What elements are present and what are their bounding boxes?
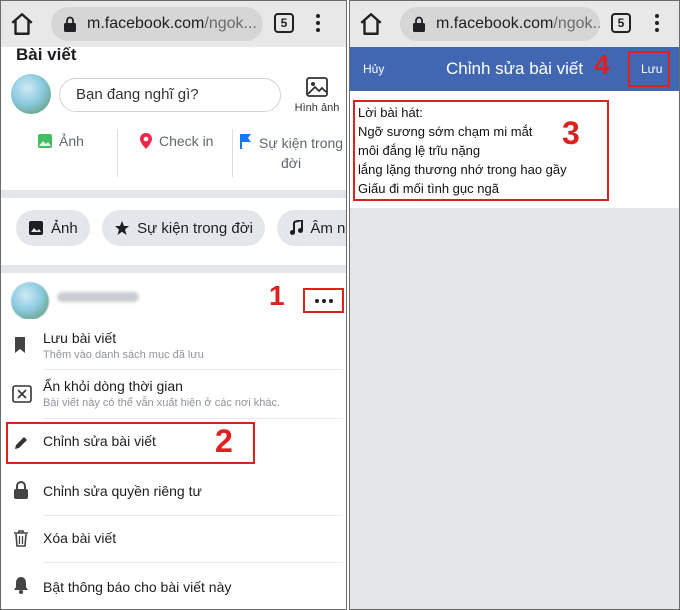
avatar	[11, 74, 51, 114]
more-options-button[interactable]	[303, 288, 344, 313]
flag-icon	[240, 134, 251, 149]
chip-row: Ảnh Sự kiện trong đời Âm nhạc	[16, 210, 346, 246]
browser-toolbar: m.facebook.com/ngok... 5	[1, 1, 346, 47]
menu-divider	[43, 562, 343, 563]
tab-switcher-button[interactable]: 5	[274, 13, 294, 33]
home-icon[interactable]	[358, 11, 384, 37]
step-number-3: 3	[562, 115, 580, 151]
save-post-label: Lưu bài viết	[43, 330, 117, 346]
photo-chip[interactable]: Ảnh	[16, 210, 90, 246]
edit-post-header: Hủy Chỉnh sửa bài viết 4 Lưu	[350, 47, 679, 91]
step-number-2: 2	[215, 423, 233, 459]
browser-menu-icon[interactable]	[653, 12, 661, 34]
checkin-action-label: Check in	[159, 133, 214, 149]
lock-icon	[413, 16, 425, 32]
menu-divider	[43, 369, 343, 370]
section-divider	[1, 265, 346, 273]
save-post-item[interactable]: Lưu bài viết Thêm vào danh sách mục đã l…	[1, 319, 346, 371]
address-bar[interactable]: m.facebook.com/ngok...	[400, 7, 600, 41]
lock-icon	[64, 16, 76, 32]
bell-icon	[14, 577, 28, 594]
post-author-name	[57, 292, 139, 302]
location-pin-icon	[140, 133, 152, 149]
music-chip[interactable]: Âm nhạc	[277, 210, 346, 246]
home-icon[interactable]	[9, 11, 35, 37]
lock-icon	[14, 481, 28, 499]
address-bar[interactable]: m.facebook.com/ngok...	[51, 7, 263, 41]
step-number-4: 4	[594, 49, 610, 80]
edit-post-title: Chỉnh sửa bài viết	[446, 59, 584, 78]
tab-switcher-button[interactable]: 5	[611, 13, 631, 33]
life-event-action-label: Sự kiện trong	[259, 135, 344, 151]
url-host: m.facebook.com	[436, 15, 554, 32]
right-screen: m.facebook.com/ngok... 5 Hủy Chỉnh sửa b…	[349, 0, 680, 610]
edit-privacy-label: Chỉnh sửa quyền riêng tư	[43, 483, 202, 499]
edit-privacy-item[interactable]: Chỉnh sửa quyền riêng tư	[1, 469, 346, 515]
turn-on-notifications-label: Bật thông báo cho bài viết này	[43, 579, 232, 595]
browser-menu-icon[interactable]	[314, 12, 322, 34]
url-path: /ngok...	[204, 15, 257, 32]
composer-actions: Ảnh Check in Sự kiện trong đời	[1, 125, 346, 187]
section-divider	[1, 190, 346, 198]
checkin-action[interactable]: Check in	[139, 133, 213, 149]
turn-on-notifications-item[interactable]: Bật thông báo cho bài viết này	[1, 565, 346, 609]
menu-divider	[43, 418, 343, 419]
music-chip-label: Âm nhạc	[310, 219, 346, 237]
url-host: m.facebook.com	[87, 15, 205, 32]
photo-icon	[38, 134, 52, 148]
life-event-chip-label: Sự kiện trong đời	[137, 219, 253, 237]
menu-divider	[43, 515, 343, 516]
hide-box-icon	[12, 385, 32, 403]
hide-from-timeline-subtext: Bài viết này có thể vẫn xuất hiện ở các …	[43, 397, 280, 409]
post-author-avatar	[11, 282, 49, 320]
delete-post-item[interactable]: Xóa bài viết	[1, 517, 346, 563]
delete-post-label: Xóa bài viết	[43, 530, 117, 546]
composer-input[interactable]: Bạn đang nghĩ gì?	[59, 78, 281, 112]
hide-from-timeline-item[interactable]: Ẩn khỏi dòng thời gian Bài viết này có t…	[1, 371, 346, 421]
photo-chip-label: Ảnh	[51, 219, 78, 237]
life-event-action-label-2: đời	[281, 155, 302, 171]
step-number-1: 1	[269, 280, 285, 311]
music-note-icon	[290, 220, 304, 235]
browser-toolbar: m.facebook.com/ngok... 5	[350, 1, 679, 47]
star-icon	[115, 221, 130, 235]
photo-action-label: Ảnh	[59, 133, 84, 149]
left-screen: m.facebook.com/ngok... 5 Bài viết Bạn đa…	[0, 0, 347, 610]
life-event-action[interactable]: Sự kiện trong đời	[239, 133, 343, 173]
save-post-subtext: Thêm vào danh sách mục đã lưu	[43, 349, 204, 361]
bookmark-icon	[15, 337, 25, 353]
save-button[interactable]: Lưu	[641, 62, 662, 76]
photo-action[interactable]: Ảnh	[37, 133, 84, 149]
hide-from-timeline-label: Ẩn khỏi dòng thời gian	[43, 378, 183, 394]
photo-chip-icon	[29, 221, 43, 235]
post-options-sheet: Lưu bài viết Thêm vào danh sách mục đã l…	[1, 319, 346, 609]
post-text-editor[interactable]: Lời bài hát: Ngỡ sương sớm chạm mi mắt m…	[350, 91, 679, 208]
photo-upload-button[interactable]: Hình ảnh	[291, 75, 343, 114]
post-header	[1, 274, 346, 322]
cancel-button[interactable]: Hủy	[363, 62, 384, 76]
url-path: /ngok...	[553, 15, 600, 32]
page-title: Bài viết	[16, 45, 77, 64]
trash-icon	[14, 530, 28, 547]
photo-upload-label: Hình ảnh	[294, 102, 340, 114]
image-icon	[306, 77, 328, 97]
life-event-chip[interactable]: Sự kiện trong đời	[102, 210, 265, 246]
